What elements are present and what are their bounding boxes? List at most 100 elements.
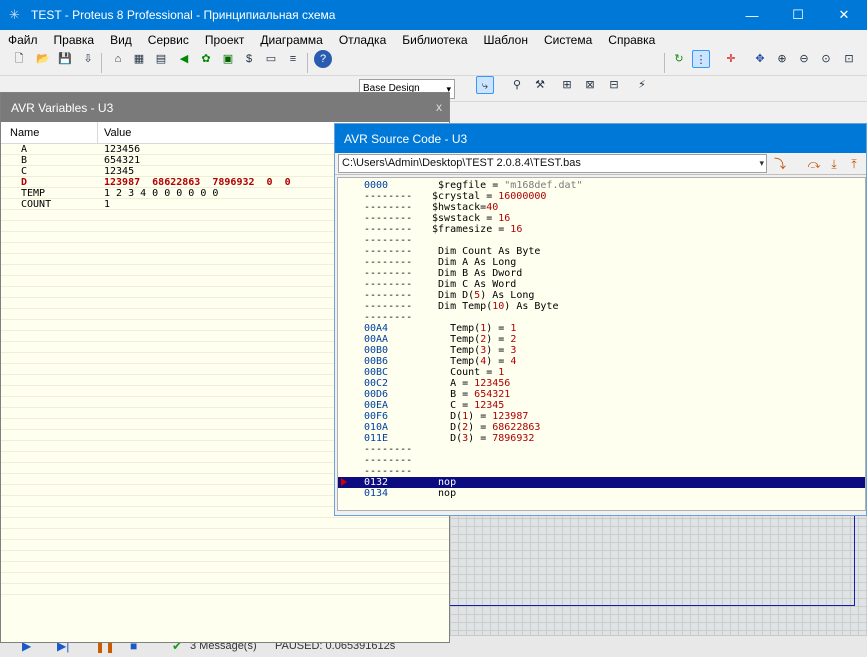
source-line[interactable]: -------- Dim A As Long	[338, 257, 865, 268]
notes-icon[interactable]: ▭	[262, 50, 280, 68]
run-to-icon[interactable]: ⤵	[771, 155, 789, 173]
source-file-select[interactable]: C:\Users\Admin\Desktop\TEST 2.0.8.4\TEST…	[338, 154, 767, 173]
source-line[interactable]: 010A D(2) = 68622863	[338, 422, 865, 433]
step-into-icon[interactable]: ⤓	[825, 155, 843, 173]
source-code-view[interactable]: 0000 $regfile = "m168def.dat" -------- $c…	[337, 177, 866, 511]
close-button[interactable]: ✕	[821, 0, 867, 30]
source-line[interactable]: -------- $swstack = 16	[338, 213, 865, 224]
column-name[interactable]: Name	[1, 121, 98, 144]
zoom-out-icon[interactable]: ⊖	[795, 50, 813, 68]
source-line[interactable]: 00AA Temp(2) = 2	[338, 334, 865, 345]
new-sheet-icon[interactable]: ⊞	[558, 76, 576, 94]
remove-sheet-icon[interactable]: ⊠	[581, 76, 599, 94]
menu-edit[interactable]: Правка	[46, 33, 103, 47]
menu-view[interactable]: Вид	[102, 33, 140, 47]
source-line[interactable]: 00C2 A = 123456	[338, 378, 865, 389]
source-line[interactable]: --------	[338, 444, 865, 455]
source-line[interactable]: 00B6 Temp(4) = 4	[338, 356, 865, 367]
zoom-all-icon[interactable]: ⊙	[817, 50, 835, 68]
line-code: Temp(1) = 1	[426, 323, 517, 334]
menu-help[interactable]: Справка	[600, 33, 663, 47]
line-code: $swstack = 16	[426, 213, 511, 224]
source-line[interactable]: 00EA C = 12345	[338, 400, 865, 411]
source-line[interactable]: 00BC Count = 1	[338, 367, 865, 378]
source-line[interactable]: -------- Dim C As Word	[338, 279, 865, 290]
line-address: 010A	[364, 422, 389, 433]
line-code: $framesize = 16	[426, 224, 523, 235]
menu-tools[interactable]: Сервис	[140, 33, 197, 47]
gerber-icon[interactable]: ◀	[175, 50, 193, 68]
source-line[interactable]: --------	[338, 235, 865, 246]
menu-design[interactable]: Проект	[197, 33, 253, 47]
line-code: Temp(4) = 4	[426, 356, 517, 367]
source-line[interactable]: 00B0 Temp(3) = 3	[338, 345, 865, 356]
pcb-icon[interactable]: ▤	[152, 50, 170, 68]
column-value[interactable]: Value	[98, 122, 131, 144]
line-address: --------	[364, 246, 413, 257]
source-code-icon[interactable]: ▣	[219, 50, 237, 68]
maximize-button[interactable]: ☐	[775, 0, 821, 30]
source-line[interactable]: --------	[338, 455, 865, 466]
report-icon[interactable]: ≡	[284, 50, 302, 68]
menu-system[interactable]: Система	[536, 33, 600, 47]
line-address: 0132	[364, 477, 389, 488]
netlist-icon[interactable]: ⚡	[633, 76, 651, 94]
source-line[interactable]: -------- Dim B As Dword	[338, 268, 865, 279]
variable-row-empty	[1, 584, 449, 595]
variables-close-button[interactable]: x	[436, 100, 442, 114]
property-tool-icon[interactable]: ⚒	[531, 76, 549, 94]
3d-view-icon[interactable]: ✿	[197, 50, 215, 68]
source-line[interactable]: -------- $crystal = 16000000	[338, 191, 865, 202]
zoom-area-icon[interactable]: ⊡	[840, 50, 858, 68]
line-code: D(1) = 123987	[426, 411, 529, 422]
zoom-in-icon[interactable]: ⊕	[773, 50, 791, 68]
child-sheet-icon[interactable]: ⊟	[605, 76, 623, 94]
source-line[interactable]: -------- $hwstack=40	[338, 202, 865, 213]
variable-name: B	[21, 155, 28, 166]
help-icon[interactable]: ?	[314, 50, 332, 68]
grid-toggle-icon[interactable]: ⋮	[692, 50, 710, 68]
bom-icon[interactable]: $	[240, 50, 258, 68]
current-source-line[interactable]: 0132 nop	[338, 477, 865, 488]
source-line[interactable]: 0000 $regfile = "m168def.dat"	[338, 180, 865, 191]
step-over-icon[interactable]: ⤼	[805, 155, 823, 173]
schematic-icon[interactable]: ▦	[130, 50, 148, 68]
variable-row-empty	[1, 573, 449, 584]
source-line[interactable]: -------- Dim Temp(10) As Byte	[338, 301, 865, 312]
menu-library[interactable]: Библиотека	[394, 33, 475, 47]
source-line[interactable]: --------	[338, 312, 865, 323]
import-icon[interactable]: ⇩	[79, 50, 97, 68]
line-code: $hwstack=40	[426, 202, 499, 213]
wire-autorouter-icon[interactable]: ⤷	[476, 76, 494, 94]
source-titlebar[interactable]: AVR Source Code - U3	[335, 124, 866, 153]
origin-icon[interactable]: ✛	[722, 50, 740, 68]
menu-template[interactable]: Шаблон	[476, 33, 536, 47]
refresh-icon[interactable]: ↻	[670, 50, 688, 68]
source-line[interactable]: -------- Dim Count As Byte	[338, 246, 865, 257]
source-line[interactable]: 0134 nop	[338, 488, 865, 499]
source-line[interactable]: 00D6 B = 654321	[338, 389, 865, 400]
source-line[interactable]: -------- $framesize = 16	[338, 224, 865, 235]
menu-file[interactable]: Файл	[0, 33, 46, 47]
schematic-canvas[interactable]	[450, 510, 867, 635]
variable-name: C	[21, 166, 28, 177]
variable-name: TEMP	[21, 188, 46, 199]
search-parts-icon[interactable]: ⚲	[508, 76, 526, 94]
line-address: --------	[364, 257, 413, 268]
open-folder-icon[interactable]: 📂	[34, 50, 52, 68]
menu-graph[interactable]: Диаграмма	[252, 33, 330, 47]
source-line[interactable]: --------	[338, 466, 865, 477]
home-icon[interactable]: ⌂	[109, 50, 127, 68]
new-file-icon[interactable]: 🗋	[10, 50, 28, 68]
variables-titlebar[interactable]: AVR Variables - U3 x	[1, 93, 449, 122]
source-line[interactable]: 00F6 D(1) = 123987	[338, 411, 865, 422]
minimize-button[interactable]: —	[729, 0, 775, 30]
source-line[interactable]: -------- Dim D(5) As Long	[338, 290, 865, 301]
menu-debug[interactable]: Отладка	[331, 33, 394, 47]
line-address: 011E	[364, 433, 389, 444]
source-line[interactable]: 011E D(3) = 7896932	[338, 433, 865, 444]
save-icon[interactable]: 💾	[56, 50, 74, 68]
pan-icon[interactable]: ✥	[751, 50, 769, 68]
step-out-icon[interactable]: ⤒	[845, 155, 863, 173]
source-line[interactable]: 00A4 Temp(1) = 1	[338, 323, 865, 334]
